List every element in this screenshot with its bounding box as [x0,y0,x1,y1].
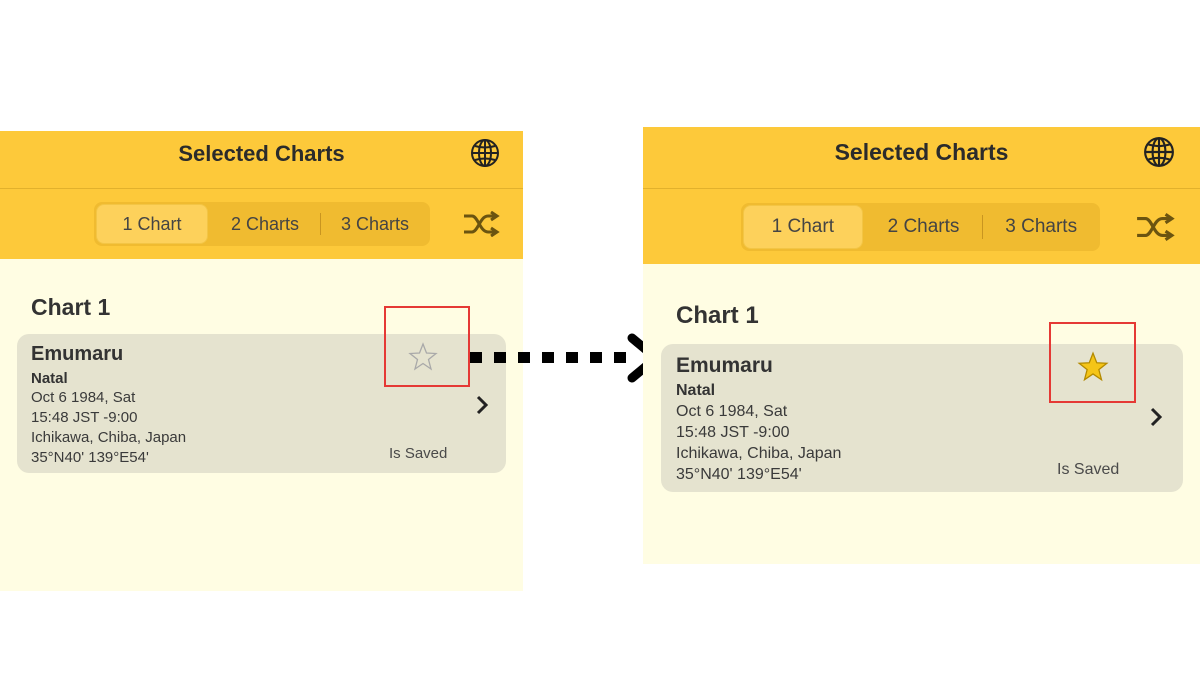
favorite-highlight-box [1049,322,1136,403]
chart-time: 15:48 JST -9:00 [31,409,138,426]
chart-date: Oct 6 1984, Sat [676,403,788,420]
chart-count-segmented-control[interactable]: 1 Chart 2 Charts 3 Charts [741,203,1100,251]
chart-name: Emumaru [676,354,773,377]
dotted-arrow-right-icon [470,333,661,383]
chevron-right-icon[interactable] [1149,406,1163,428]
section-title: Chart 1 [676,302,759,329]
saved-status: Is Saved [389,445,448,462]
tab-1-chart[interactable]: 1 Chart [97,205,207,243]
tab-1-chart[interactable]: 1 Chart [744,206,862,248]
toolbar: 1 Chart 2 Charts 3 Charts [0,189,523,259]
chart-coords: 35°N40' 139°E54' [676,466,802,483]
shuffle-icon[interactable] [1135,213,1175,241]
chart-place: Ichikawa, Chiba, Japan [676,445,842,462]
segment-divider [320,213,321,235]
favorite-highlight-box [384,306,470,387]
screen-after: Selected Charts 1 Chart 2 Charts 3 Chart… [643,127,1200,564]
section-title: Chart 1 [31,294,111,320]
tab-3-charts[interactable]: 3 Charts [320,202,430,246]
chart-count-segmented-control[interactable]: 1 Chart 2 Charts 3 Charts [94,202,430,246]
tab-3-charts[interactable]: 3 Charts [982,203,1100,251]
tab-2-charts[interactable]: 2 Charts [210,202,320,246]
chart-time: 15:48 JST -9:00 [676,424,790,441]
chevron-right-icon[interactable] [475,394,489,416]
chart-coords: 35°N40' 139°E54' [31,449,149,466]
toolbar: 1 Chart 2 Charts 3 Charts [643,189,1200,264]
chart-type: Natal [31,370,68,387]
screen-before: Selected Charts 1 Chart 2 Charts 3 Chart… [0,131,523,591]
nav-bar: Selected Charts [643,127,1200,189]
nav-bar: Selected Charts [0,131,523,189]
chart-name: Emumaru [31,343,124,365]
shuffle-icon[interactable] [462,211,500,237]
globe-icon[interactable] [470,138,500,168]
page-title: Selected Charts [834,139,1009,165]
segment-divider [982,215,984,239]
tab-2-charts[interactable]: 2 Charts [865,203,983,251]
page-title: Selected Charts [178,141,345,166]
chart-place: Ichikawa, Chiba, Japan [31,429,187,446]
globe-icon[interactable] [1143,136,1175,168]
chart-date: Oct 6 1984, Sat [31,389,136,406]
saved-status: Is Saved [1057,461,1120,478]
chart-type: Natal [676,382,716,399]
